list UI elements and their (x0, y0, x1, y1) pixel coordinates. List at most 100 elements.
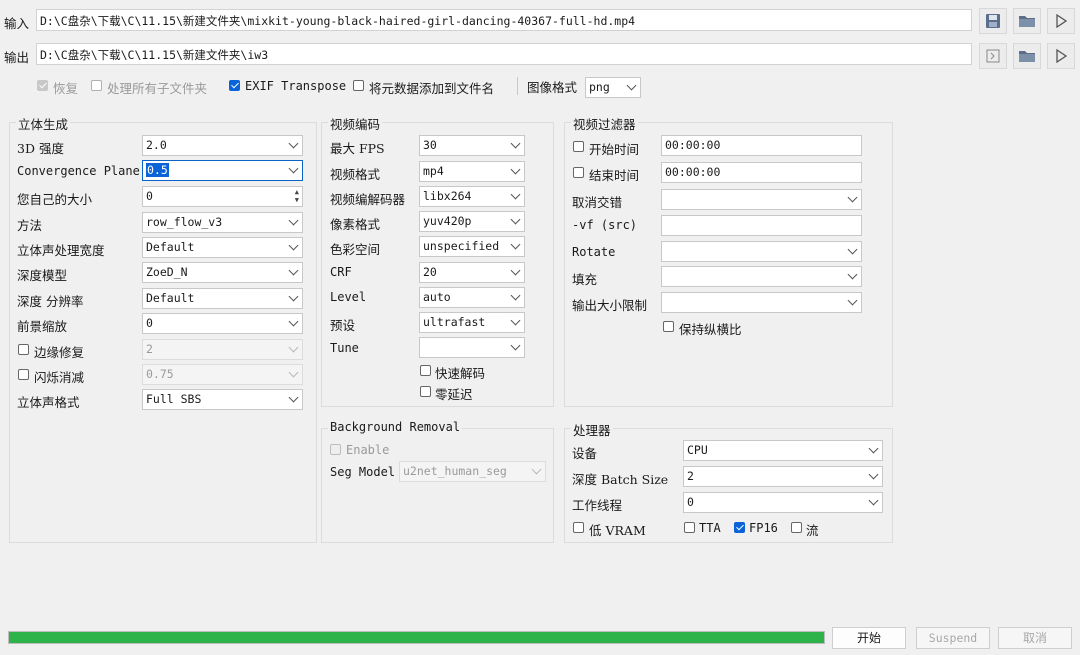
exif-transpose-label: EXIF Transpose (245, 79, 347, 93)
strength-select[interactable]: 2.0 (142, 135, 303, 156)
flicker-reduction-label: 闪烁消减 (34, 370, 85, 385)
tta-checkbox[interactable] (684, 522, 695, 533)
custom-size-spinbox[interactable]: 0 ▲ ▼ (142, 186, 303, 207)
chevron-down-icon (847, 269, 858, 280)
pixel-format-select[interactable]: yuv420p (419, 211, 525, 232)
pad-select[interactable] (661, 266, 862, 287)
tune-label: Tune (330, 341, 359, 355)
progress-bar (8, 631, 825, 644)
browse-input-button[interactable] (1013, 8, 1041, 34)
max-output-size-select[interactable] (661, 292, 862, 313)
max-output-size-label: 输出大小限制 (572, 298, 648, 313)
fast-decode-checkbox[interactable] (420, 365, 431, 376)
play-input-button[interactable] (1047, 8, 1075, 34)
vf-input[interactable] (661, 215, 862, 236)
recursive-label: 处理所有子文件夹 (107, 81, 208, 96)
recursive-checkbox[interactable] (91, 80, 102, 91)
convergence-label: Convergence Plane (17, 164, 140, 178)
method-select[interactable]: row_flow_v3 (142, 212, 303, 233)
edge-fix-select[interactable]: 2 (142, 339, 303, 360)
resume-checkbox[interactable] (37, 80, 48, 91)
video-format-select[interactable]: mp4 (419, 161, 525, 182)
chevron-down-icon (510, 189, 521, 200)
video-codec-label: 视频编解码器 (330, 192, 406, 207)
chevron-down-icon (288, 342, 299, 353)
colorspace-select[interactable]: unspecified (419, 236, 525, 257)
chevron-down-icon (868, 469, 879, 480)
level-label: Level (330, 290, 367, 304)
spin-arrows-icon[interactable]: ▲ ▼ (295, 188, 299, 204)
threads-select[interactable]: 0 (683, 492, 883, 513)
level-select[interactable]: auto (419, 287, 525, 308)
depth-resolution-select[interactable]: Default (142, 288, 303, 309)
foreground-scale-select[interactable]: 0 (142, 313, 303, 334)
device-select[interactable]: CPU (683, 440, 883, 461)
start-button[interactable]: 开始 (832, 627, 906, 649)
fast-decode-label: 快速解码 (435, 366, 486, 381)
stream-label: 流 (806, 523, 819, 538)
start-time-checkbox[interactable] (573, 141, 584, 152)
chevron-down-icon (510, 164, 521, 175)
edge-fix-checkbox[interactable] (18, 344, 29, 355)
save-settings-button[interactable] (979, 8, 1007, 34)
image-format-label: 图像格式 (527, 80, 578, 95)
max-fps-select[interactable]: 30 (419, 135, 525, 156)
foreground-scale-label: 前景缩放 (17, 319, 68, 334)
chevron-down-icon (510, 265, 521, 276)
stream-checkbox[interactable] (791, 522, 802, 533)
suspend-button[interactable]: Suspend (916, 627, 990, 649)
start-time-label: 开始时间 (589, 142, 640, 157)
rotate-select[interactable] (661, 241, 862, 262)
batch-size-select[interactable]: 2 (683, 466, 883, 487)
end-time-input[interactable]: 00:00:00 (661, 162, 862, 183)
stereo-width-select[interactable]: Default (142, 237, 303, 258)
seg-model-label: Seg Model (330, 465, 396, 479)
stereo-format-select[interactable]: Full SBS (142, 389, 303, 410)
exif-transpose-checkbox[interactable] (229, 80, 240, 91)
cancel-button[interactable]: 取消 (998, 627, 1072, 649)
depth-resolution-label: 深度 分辨率 (17, 294, 84, 309)
end-time-checkbox[interactable] (573, 167, 584, 178)
chevron-down-icon (531, 464, 542, 475)
input-path-field[interactable]: D:\C盘杂\下载\C\11.15\新建文件夹\mixkit-young-bla… (36, 9, 972, 31)
play-output-button[interactable] (1047, 43, 1075, 69)
input-label: 输入 (4, 16, 30, 31)
stereo-group-title: 立体生成 (16, 114, 71, 133)
image-format-select[interactable]: png (585, 77, 641, 98)
flicker-reduction-select[interactable]: 0.75 (142, 364, 303, 385)
start-time-input[interactable]: 00:00:00 (661, 135, 862, 156)
fp16-checkbox[interactable] (734, 522, 745, 533)
chevron-down-icon (847, 192, 858, 203)
metadata-checkbox[interactable] (353, 80, 364, 91)
chevron-down-icon (510, 239, 521, 250)
tune-select[interactable] (419, 337, 525, 358)
pixel-format-label: 像素格式 (330, 217, 381, 232)
low-vram-checkbox[interactable] (573, 522, 584, 533)
save-icon (986, 14, 1000, 28)
chevron-down-icon (288, 163, 299, 174)
bg-removal-enable-checkbox[interactable] (330, 444, 341, 455)
output-path-field[interactable]: D:\C盘杂\下载\C\11.15\新建文件夹\iw3 (36, 43, 972, 65)
open-output-button[interactable] (979, 43, 1007, 69)
zero-latency-label: 零延迟 (435, 387, 473, 402)
zero-latency-checkbox[interactable] (420, 386, 431, 397)
deinterlace-select[interactable] (661, 189, 862, 210)
bg-removal-enable-label: Enable (346, 443, 390, 457)
chevron-down-icon (288, 138, 299, 149)
chevron-down-icon (288, 215, 299, 226)
convergence-select[interactable]: 0.5 (142, 160, 303, 181)
depth-model-label: 深度模型 (17, 268, 68, 283)
resume-label: 恢复 (53, 81, 79, 96)
threads-label: 工作线程 (572, 498, 623, 513)
video-codec-select[interactable]: libx264 (419, 186, 525, 207)
keep-aspect-checkbox[interactable] (663, 321, 674, 332)
depth-model-select[interactable]: ZoeD_N (142, 262, 303, 283)
folder-icon (1019, 51, 1035, 62)
preset-select[interactable]: ultrafast (419, 312, 525, 333)
crf-select[interactable]: 20 (419, 262, 525, 283)
seg-model-select[interactable]: u2net_human_seg (399, 461, 546, 482)
chevron-down-icon (510, 214, 521, 225)
browse-output-button[interactable] (1013, 43, 1041, 69)
stereo-format-label: 立体声格式 (17, 395, 80, 410)
flicker-reduction-checkbox[interactable] (18, 369, 29, 380)
